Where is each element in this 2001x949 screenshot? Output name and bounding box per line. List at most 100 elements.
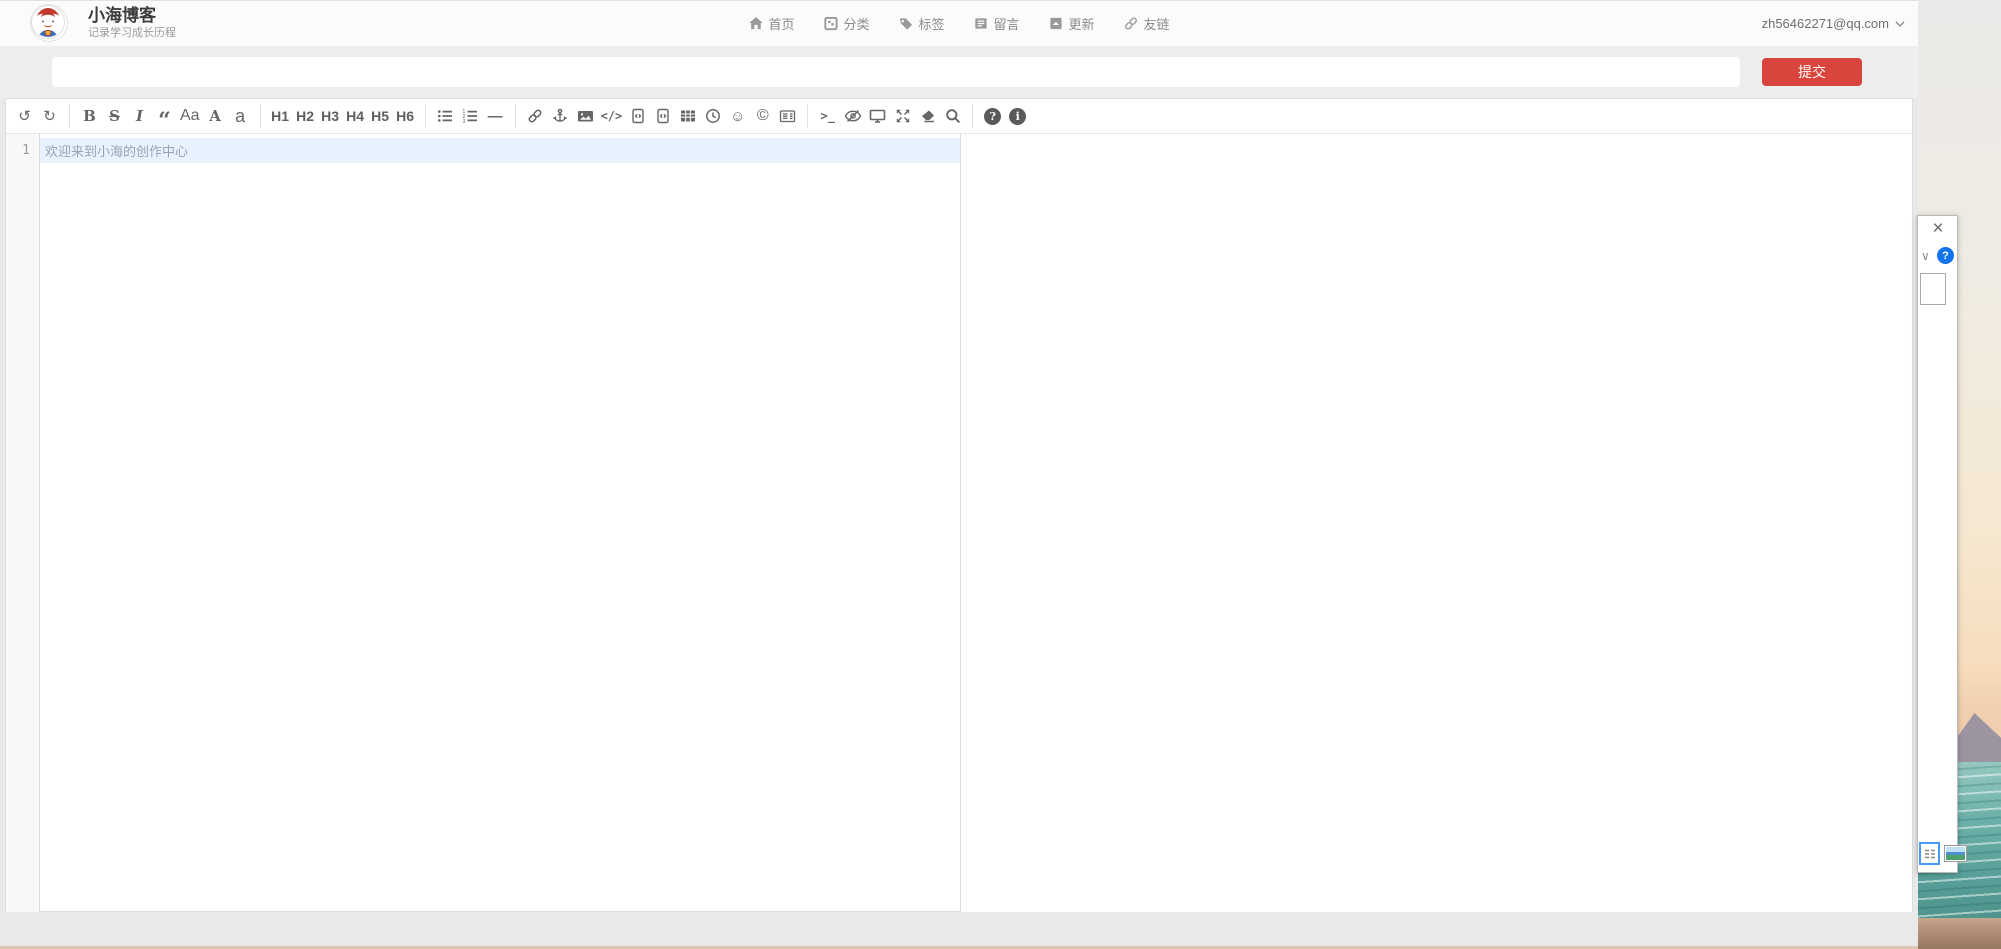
editor-body: 1 欢迎来到小海的创作中心 <box>6 134 1912 912</box>
ucwords-button[interactable]: Aa <box>177 102 203 130</box>
user-email: zh56462271@qq.com <box>1762 16 1889 31</box>
flag-checkered-icon <box>823 16 838 31</box>
close-button[interactable]: × <box>1926 217 1950 241</box>
post-title-input[interactable] <box>52 57 1740 87</box>
toolbar-separator <box>807 104 808 128</box>
pagebreak-button[interactable] <box>775 102 800 130</box>
nav-item-categories[interactable]: 分类 <box>823 14 869 33</box>
quote-icon: “ <box>158 116 171 126</box>
nav-label: 标签 <box>918 14 944 33</box>
redo-button[interactable]: ↻ <box>37 102 62 130</box>
nav-item-updates[interactable]: 更新 <box>1049 14 1095 33</box>
compose-title-bar: 提交 <box>0 46 1918 98</box>
search-button[interactable] <box>940 102 965 130</box>
line-number: 1 <box>6 138 39 163</box>
toolbar-separator <box>515 104 516 128</box>
h1-icon: H1 <box>271 108 289 124</box>
h2-icon: H2 <box>296 108 314 124</box>
anchor-button[interactable] <box>548 102 573 130</box>
message-list-icon <box>974 16 989 31</box>
list-ol-button[interactable]: 1 2 3 <box>458 102 483 130</box>
info-icon: i <box>1009 108 1026 125</box>
toolbar-separator <box>425 104 426 128</box>
info-button[interactable]: i <box>1005 102 1030 130</box>
bold-icon: B <box>83 107 96 125</box>
goto-line-button[interactable]: >_ <box>815 102 840 130</box>
chevron-down-icon[interactable]: ∨ <box>1921 249 1930 263</box>
toolbar-separator <box>260 104 261 128</box>
nav-item-messages[interactable]: 留言 <box>974 14 1020 33</box>
eraser-icon <box>919 108 936 124</box>
brand[interactable]: 小海博客 记录学习成长历程 <box>31 5 176 41</box>
h3-button[interactable]: H3 <box>318 102 343 130</box>
undo-button[interactable]: ↺ <box>12 102 37 130</box>
quote-button[interactable]: “ <box>152 107 177 135</box>
list-view-button[interactable] <box>1919 842 1940 865</box>
avatar-cartoon-icon <box>31 5 65 39</box>
chain-link-icon <box>1124 16 1139 31</box>
datetime-button[interactable] <box>700 102 725 130</box>
tag-icon <box>898 16 913 31</box>
close-icon: × <box>1932 218 1943 239</box>
h5-button[interactable]: H5 <box>368 102 393 130</box>
site-logo-avatar[interactable] <box>31 5 67 41</box>
image-button[interactable] <box>573 102 598 130</box>
image-thumbnail-icon <box>1946 847 1965 860</box>
code-input-area[interactable]: 欢迎来到小海的创作中心 <box>40 134 960 912</box>
anchor-icon <box>552 108 568 124</box>
user-account-menu[interactable]: zh56462271@qq.com <box>1762 1 1905 46</box>
uppercase-icon: A <box>209 107 221 125</box>
table-icon <box>680 108 696 124</box>
nav-label: 分类 <box>843 14 869 33</box>
clear-button[interactable] <box>915 102 940 130</box>
h2-button[interactable]: H2 <box>293 102 318 130</box>
list-ul-button[interactable] <box>433 102 458 130</box>
side-panel-input[interactable] <box>1920 273 1946 305</box>
emoji-button[interactable]: ☺ <box>725 102 750 130</box>
help-badge-button[interactable]: ? <box>1937 247 1954 264</box>
code-block-button[interactable] <box>625 102 650 130</box>
active-line[interactable]: 欢迎来到小海的创作中心 <box>40 138 960 163</box>
submit-button[interactable]: 提交 <box>1762 58 1862 86</box>
horizontal-rule-icon: — <box>488 108 503 125</box>
help-button[interactable]: ? <box>980 102 1005 130</box>
preformatted-text-button[interactable] <box>650 102 675 130</box>
inline-code-icon: </> <box>601 109 623 123</box>
strikethrough-button[interactable]: S <box>102 102 127 130</box>
link-button[interactable] <box>523 102 548 130</box>
wallpaper-sand <box>1918 918 2001 949</box>
html-entities-icon: © <box>757 107 769 125</box>
italic-button[interactable]: I <box>127 102 152 130</box>
nav-item-home[interactable]: 首页 <box>748 14 794 33</box>
h6-button[interactable]: H6 <box>393 102 418 130</box>
question-mark-icon: ? <box>1942 250 1949 262</box>
uppercase-button[interactable]: A <box>203 102 228 130</box>
preview-button[interactable] <box>865 102 890 130</box>
undo-icon: ↺ <box>18 107 31 125</box>
svg-text:3: 3 <box>463 119 466 124</box>
fullscreen-button[interactable] <box>890 102 915 130</box>
bold-button[interactable]: B <box>77 102 102 130</box>
main-nav: 首页 分类 标签 留言 <box>748 1 1169 46</box>
pagebreak-icon <box>779 108 796 124</box>
h1-button[interactable]: H1 <box>268 102 293 130</box>
blog-editor-page: 小海博客 记录学习成长历程 首页 分类 <box>0 0 1918 946</box>
list-ol-icon: 1 2 3 <box>462 108 478 124</box>
site-header: 小海博客 记录学习成长历程 首页 分类 <box>0 1 1918 46</box>
h3-icon: H3 <box>321 108 339 124</box>
horizontal-rule-button[interactable]: — <box>483 102 508 130</box>
h4-button[interactable]: H4 <box>343 102 368 130</box>
markdown-editor: ↺ ↻ B S I “ Aa A a H1 H2 H3 H4 H5 H6 <box>5 98 1913 912</box>
html-entities-button[interactable]: © <box>750 102 775 130</box>
nav-label: 友链 <box>1144 14 1170 33</box>
image-view-button[interactable] <box>1944 845 1967 862</box>
toolbar-separator <box>972 104 973 128</box>
caret-square-up-icon <box>1049 16 1064 31</box>
watch-button[interactable] <box>840 102 865 130</box>
nav-item-friend-links[interactable]: 友链 <box>1124 14 1170 33</box>
h4-icon: H4 <box>346 108 364 124</box>
nav-item-tags[interactable]: 标签 <box>898 14 944 33</box>
table-button[interactable] <box>675 102 700 130</box>
inline-code-button[interactable]: </> <box>598 102 626 130</box>
lowercase-button[interactable]: a <box>228 102 253 130</box>
